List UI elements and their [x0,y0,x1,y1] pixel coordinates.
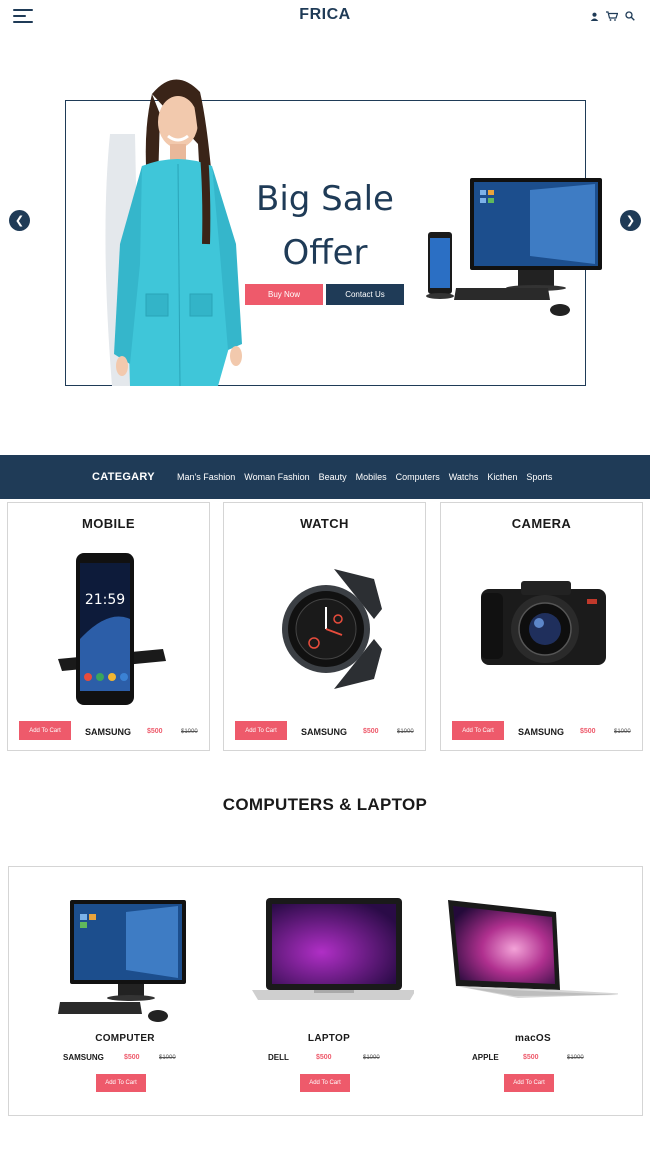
laptop-image [252,898,414,1000]
product-brand: SAMSUNG [85,727,132,737]
desktop-computer-image [58,900,186,1022]
add-to-cart-button[interactable]: Add To Cart [235,721,287,740]
product-price: $500 [316,1054,332,1061]
product-card-camera: CAMERA Add To Cart SAMSUNG $500 $1000 [440,502,643,751]
hero-devices-image [426,178,602,316]
product-brand: DELL [268,1053,289,1062]
mobile-phone-image: 21:59 [58,553,166,705]
product-brand: SAMSUNG [518,727,565,737]
product-old-price: $1000 [181,729,198,735]
product-old-price: $1000 [614,729,631,735]
hero-title-line2: Offer [282,233,368,273]
product-old-price: $1000 [567,1055,584,1061]
add-to-cart-button[interactable]: Add To Cart [504,1074,554,1092]
product-brand: APPLE [472,1053,499,1062]
macbook-image [448,900,618,998]
laptop-item: LAPTOP DELL $500 $1000 Add To Cart [234,880,424,1100]
product-name: COMPUTER [95,1033,155,1044]
product-old-price: $1000 [397,729,414,735]
site-logo[interactable]: FRICA [0,6,650,24]
smartwatch-image [282,569,382,689]
product-brand: SAMSUNG [63,1053,104,1062]
product-old-price: $1000 [159,1055,176,1061]
category-link-mobiles[interactable]: Mobiles [356,472,387,482]
product-price: $500 [580,728,596,735]
add-to-cart-button[interactable]: Add To Cart [300,1074,350,1092]
product-name: macOS [515,1033,551,1044]
category-nav: CATEGARY Man's Fashion Woman Fashion Bea… [0,455,650,499]
product-price: $500 [363,728,379,735]
product-title: MOBILE [82,516,135,531]
contact-us-button[interactable]: Contact Us [326,284,404,305]
product-price: $500 [147,728,163,735]
camera-image [481,581,606,665]
product-price: $500 [124,1054,140,1061]
carousel-next-button[interactable]: ❯ [620,210,641,231]
cart-icon[interactable] [606,10,618,22]
category-link-sports[interactable]: Sports [526,472,552,482]
product-brand: SAMSUNG [301,727,348,737]
product-card-mobile: MOBILE 21:59 Add To Cart SAMSUNG $500 $1… [7,502,210,751]
add-to-cart-button[interactable]: Add To Cart [96,1074,146,1092]
header-icons [588,10,636,22]
category-link-watchs[interactable]: Watchs [449,472,479,482]
search-icon[interactable] [624,10,636,22]
carousel-prev-button[interactable]: ❮ [9,210,30,231]
macos-item: macOS APPLE $500 $1000 Add To Cart [438,880,628,1100]
model-woman-image [105,79,242,386]
category-link-woman-fashion[interactable]: Woman Fashion [244,472,309,482]
category-link-mans-fashion[interactable]: Man's Fashion [177,472,235,482]
section-title: COMPUTERS & LAPTOP [222,795,428,814]
site-header: FRICA [0,0,650,34]
product-card-watch: WATCH Add To Cart SAMSUNG $500 $1000 [223,502,426,751]
category-link-kicthen[interactable]: Kicthen [487,472,517,482]
buy-now-button[interactable]: Buy Now [245,284,323,305]
user-icon[interactable] [588,10,600,22]
svg-text:21:59: 21:59 [85,592,125,608]
add-to-cart-button[interactable]: Add To Cart [19,721,71,740]
category-title: CATEGARY [92,471,155,483]
product-price: $500 [523,1054,539,1061]
computer-item: COMPUTER SAMSUNG $500 $1000 Add To Cart [30,880,220,1100]
product-old-price: $1000 [363,1055,380,1061]
product-title: WATCH [300,516,349,531]
product-title: CAMERA [511,516,572,531]
product-name: LAPTOP [307,1033,351,1044]
hero-title-line1: Big Sale [256,179,394,219]
add-to-cart-button[interactable]: Add To Cart [452,721,504,740]
category-link-beauty[interactable]: Beauty [319,472,347,482]
hero-title: Big Sale Offer [240,172,410,280]
category-links: Man's Fashion Woman Fashion Beauty Mobil… [177,472,552,482]
category-link-computers[interactable]: Computers [396,472,440,482]
